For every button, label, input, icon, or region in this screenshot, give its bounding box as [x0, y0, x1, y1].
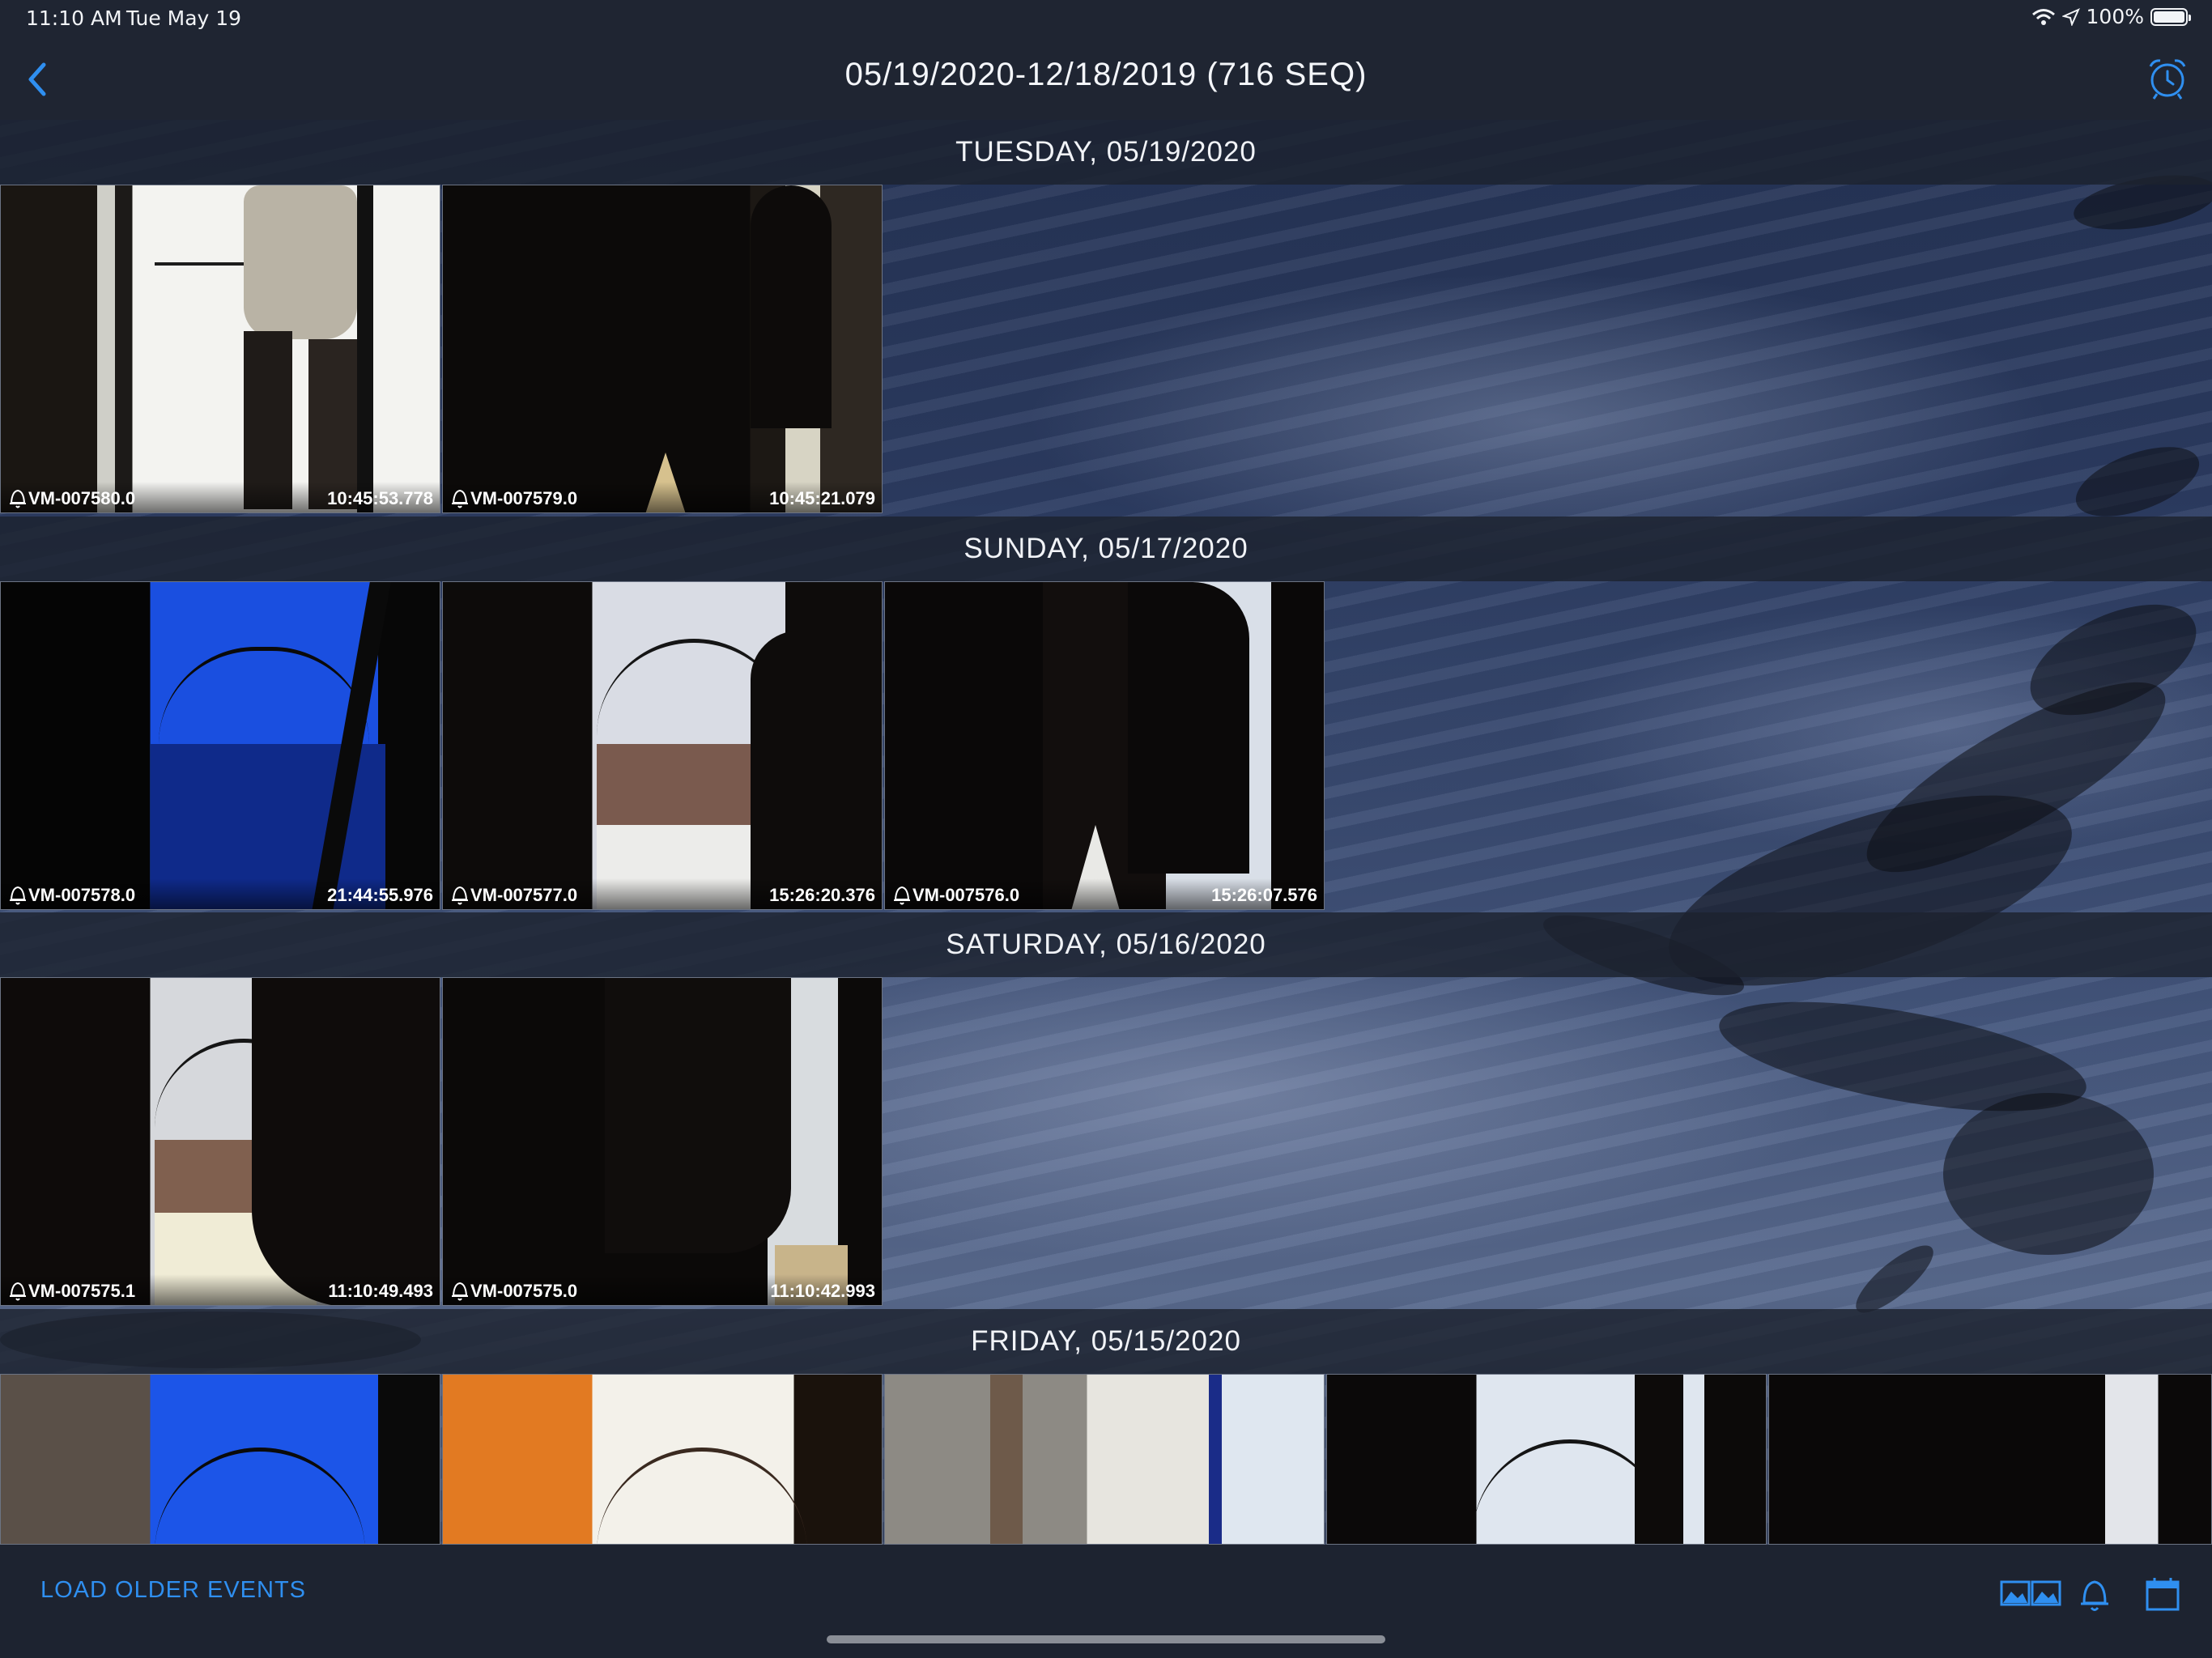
event-caption: VM-007579.0 10:45:21.079: [443, 482, 882, 512]
event-thumbnail[interactable]: VM-007580.0 10:45:53.778: [0, 185, 440, 513]
event-timestamp: 11:10:49.493: [328, 1281, 433, 1301]
status-indicators: 100%: [2031, 5, 2191, 28]
bell-icon: [452, 489, 468, 508]
event-thumbnail[interactable]: [0, 1374, 440, 1545]
bell-icon: [10, 1282, 26, 1301]
event-thumbnail-image: [1769, 1375, 2211, 1544]
status-date: Tue May 19: [126, 6, 242, 30]
section-header-day: SATURDAY, 05/16/2020: [0, 912, 2212, 977]
event-timestamp: 10:45:53.778: [327, 488, 433, 508]
bell-icon: [10, 489, 26, 508]
event-thumbnail-image: [1, 185, 440, 512]
event-list-screen: 11:10 AM Tue May 19 100% 05/19/2020-12/1…: [0, 0, 2212, 1658]
alerts-button[interactable]: [2074, 1574, 2115, 1614]
thumbnails-view-button[interactable]: [2000, 1574, 2061, 1614]
section-header-day: SUNDAY, 05/17/2020: [0, 517, 2212, 581]
camera-id: VM-007575.0: [470, 1281, 578, 1301]
home-indicator[interactable]: [827, 1635, 1385, 1643]
navigation-bar: 05/19/2020-12/18/2019 (716 SEQ): [0, 37, 2212, 120]
event-thumbnail[interactable]: [1326, 1374, 1767, 1545]
camera-id: VM-007576.0: [912, 885, 1020, 905]
event-caption: VM-007577.0 15:26:20.376: [443, 878, 882, 909]
bell-icon: [10, 886, 26, 905]
event-thumbnail[interactable]: VM-007577.0 15:26:20.376: [442, 581, 883, 910]
event-thumbnail[interactable]: VM-007579.0 10:45:21.079: [442, 185, 883, 513]
alarm-button[interactable]: [2144, 55, 2191, 102]
load-older-events-button[interactable]: LOAD OLDER EVENTS: [40, 1577, 306, 1604]
event-thumbnail[interactable]: [884, 1374, 1325, 1545]
event-thumbnail[interactable]: VM-007575.1 11:10:49.493: [0, 977, 440, 1306]
status-time: 11:10 AM: [26, 6, 122, 30]
calendar-icon: [2146, 1578, 2180, 1611]
location-arrow-icon: [2061, 7, 2080, 26]
event-thumbnail[interactable]: VM-007575.0 11:10:42.993: [442, 977, 883, 1306]
bell-icon: [452, 886, 468, 905]
camera-id: VM-007580.0: [28, 488, 136, 508]
alarm-clock-icon: [2149, 59, 2186, 100]
bell-icon: [2081, 1580, 2108, 1611]
event-caption: VM-007576.0 15:26:07.576: [885, 878, 1324, 909]
thumbnails-icon: [2000, 1580, 2061, 1606]
bell-icon: [894, 886, 910, 905]
event-thumbnail[interactable]: [1768, 1374, 2212, 1545]
bell-icon: [452, 1282, 468, 1301]
event-timestamp: 11:10:42.993: [770, 1281, 875, 1301]
battery-icon: [2150, 7, 2191, 26]
camera-id: VM-007579.0: [470, 488, 578, 508]
event-timestamp: 21:44:55.976: [327, 885, 433, 905]
section-header-day: TUESDAY, 05/19/2020: [0, 120, 2212, 185]
page-title: 05/19/2020-12/18/2019 (716 SEQ): [844, 57, 1368, 92]
event-caption: VM-007578.0 21:44:55.976: [1, 878, 440, 909]
event-caption: VM-007575.1 11:10:49.493: [1, 1274, 440, 1305]
event-thumbnail[interactable]: VM-007578.0 21:44:55.976: [0, 581, 440, 910]
camera-id: VM-007575.1: [28, 1281, 136, 1301]
camera-id: VM-007577.0: [470, 885, 578, 905]
wifi-icon: [2031, 8, 2055, 25]
event-caption: VM-007575.0 11:10:42.993: [443, 1274, 882, 1305]
event-thumbnail[interactable]: VM-007576.0 15:26:07.576: [884, 581, 1325, 910]
event-thumbnail[interactable]: [442, 1374, 883, 1545]
battery-percentage: 100%: [2086, 5, 2144, 28]
calendar-button[interactable]: [2142, 1574, 2183, 1614]
event-timestamp: 15:26:07.576: [1211, 885, 1317, 905]
camera-id: VM-007578.0: [28, 885, 136, 905]
event-caption: VM-007580.0 10:45:53.778: [1, 482, 440, 512]
event-thumbnail-image: [885, 1375, 1324, 1544]
event-timestamp: 15:26:20.376: [769, 885, 875, 905]
event-timestamp: 10:45:21.079: [769, 488, 875, 508]
section-header-day: FRIDAY, 05/15/2020: [0, 1309, 2212, 1374]
status-bar: 11:10 AM Tue May 19 100%: [0, 0, 2212, 37]
